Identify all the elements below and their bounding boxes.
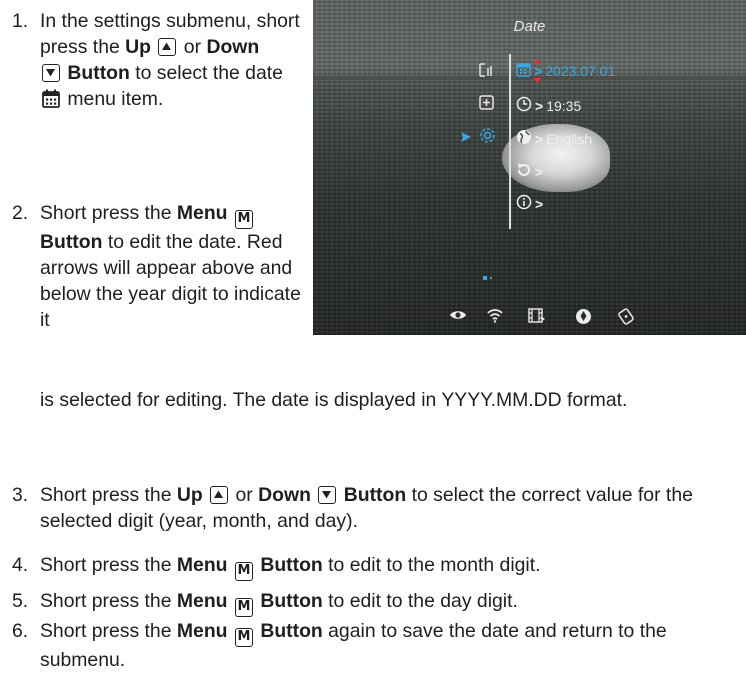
step-text: Short press the Menu M Button again to s… <box>40 620 667 671</box>
row-arrow: > <box>534 63 543 79</box>
menu-divider <box>509 54 511 229</box>
date-value: 2023.07.01 <box>545 63 616 79</box>
language-value: English <box>546 130 593 147</box>
menu-m-key-icon: M <box>234 628 253 647</box>
step-number: 5. <box>12 590 29 612</box>
edit-down-arrow <box>533 78 541 83</box>
step-text-continued: is selected for editing. The date is dis… <box>40 389 628 411</box>
reset-icon <box>516 162 532 181</box>
up-arrow-key-icon <box>210 486 229 504</box>
menu-row-language[interactable]: > English <box>516 129 592 148</box>
step-number: 6. <box>12 620 29 642</box>
sidebar-layout-icon <box>478 62 494 81</box>
step-text: Short press the Menu M Button to edit to… <box>40 588 746 617</box>
pointer-arrow-icon <box>460 130 472 146</box>
step-number: 4. <box>12 554 29 576</box>
settings-gear-icon <box>479 127 496 147</box>
battery-icon <box>618 308 634 330</box>
down-arrow-key-icon <box>42 64 60 82</box>
calendar-icon <box>42 89 60 115</box>
step-text: In the settings submenu, short press the… <box>40 8 310 115</box>
menu-m-key-icon: M <box>234 210 253 229</box>
plus-box-icon <box>479 95 494 113</box>
menu-m-key-icon: M <box>234 562 253 581</box>
step-number: 2. <box>12 202 29 224</box>
edit-up-arrow <box>533 59 541 64</box>
step-text: Short press the Menu M Button to edit th… <box>40 202 301 331</box>
aperture-icon <box>575 308 592 330</box>
menu-row-time[interactable]: > 19:35 <box>516 96 581 115</box>
menu-row-info[interactable]: > <box>516 194 543 213</box>
globe-icon <box>516 129 532 148</box>
step-text: Short press the Menu M Button to edit to… <box>40 552 746 581</box>
row-arrow: > <box>535 97 544 114</box>
row-arrow: > <box>535 195 544 212</box>
calendar-icon <box>516 62 531 80</box>
eye-icon <box>449 308 467 327</box>
menu-row-date[interactable]: > 2023.07.01 <box>516 62 615 80</box>
wifi-icon <box>486 308 504 328</box>
time-value: 19:35 <box>546 97 582 114</box>
up-arrow-key-icon <box>158 38 177 56</box>
row-arrow: > <box>535 130 544 147</box>
menu-row-reset[interactable]: > <box>516 162 543 181</box>
step-number: 3. <box>12 484 29 506</box>
row-arrow: > <box>535 163 544 180</box>
film-icon <box>528 308 546 328</box>
info-icon <box>516 194 532 213</box>
step-number: 1. <box>12 10 29 32</box>
menu-m-key-icon: M <box>234 598 253 617</box>
page-indicator <box>483 268 497 286</box>
clock-icon <box>516 96 532 115</box>
step-text: Short press the Up or Down Button to sel… <box>40 484 693 532</box>
menu-title: Date <box>513 18 546 35</box>
device-screenshot: Date > 2023.07.01 > 19:35 > English > > <box>313 0 746 335</box>
down-arrow-key-icon <box>318 486 337 504</box>
